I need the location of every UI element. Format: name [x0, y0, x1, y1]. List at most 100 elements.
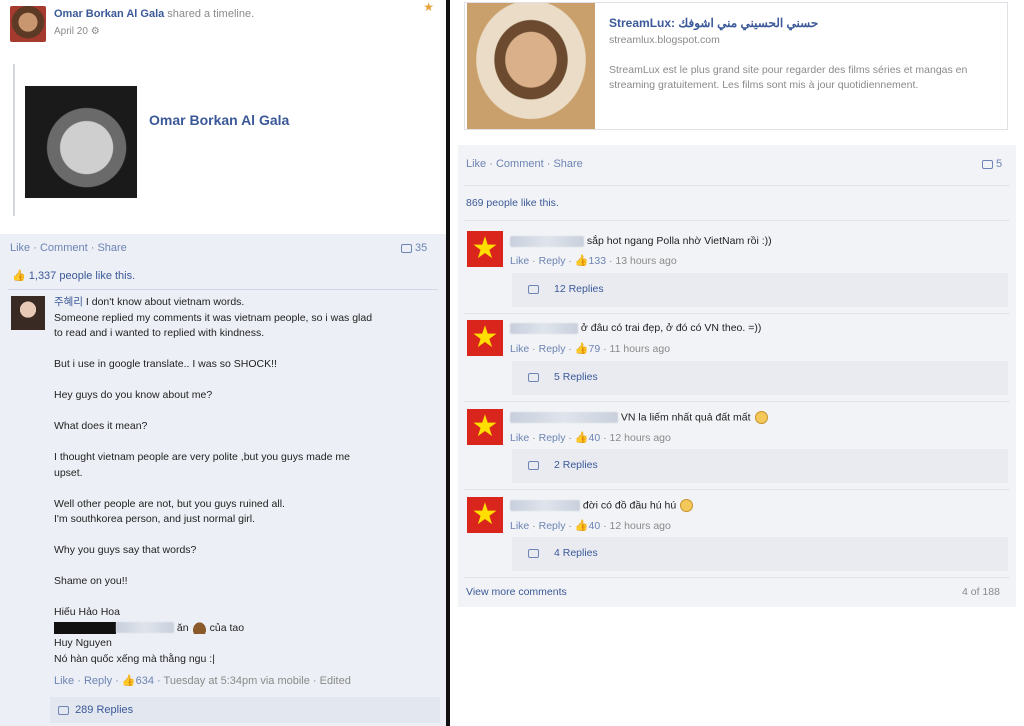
comment-bubble-icon: [982, 159, 993, 169]
replies-button[interactable]: 4 Replies: [512, 537, 1008, 571]
profile-photo[interactable]: [25, 86, 137, 198]
poop-emoji-icon: [191, 621, 207, 635]
comment-count-value: 5: [996, 158, 1003, 170]
reply-bubble-icon: [528, 373, 539, 382]
comment-text-line: VN la liếm nhất quả đất mất: [510, 411, 768, 424]
blurred-name[interactable]: [510, 235, 584, 247]
share-title[interactable]: StreamLux: حسني الحسيني مني اشوفك: [609, 16, 818, 30]
replies-button[interactable]: 289 Replies: [50, 697, 440, 723]
post-actions: Like · Comment · Share: [466, 158, 583, 170]
vietnam-flag-avatar[interactable]: ★: [467, 320, 503, 356]
thumbs-up-icon: 👍: [574, 255, 589, 267]
likes-text: 1,337 people like this.: [28, 270, 136, 282]
comment-like-count[interactable]: 40: [589, 432, 601, 444]
view-more-comments-link[interactable]: View more comments: [466, 586, 567, 598]
reply-bubble-icon: [528, 285, 539, 294]
author-name-link[interactable]: Omar Borkan Al Gala: [54, 8, 164, 20]
shared-text: shared a timeline.: [164, 8, 255, 20]
post-actions: Like · Comment · Share: [10, 242, 127, 254]
comment-like-link[interactable]: Like: [510, 520, 529, 532]
comment-footer: Like · Reply · 👍634 · Tuesday at 5:34pm …: [54, 675, 351, 687]
blurred-text: [116, 622, 174, 634]
replies-label: 2 Replies: [554, 459, 598, 471]
comment-like-count[interactable]: 40: [589, 520, 601, 532]
shared-timeline-card[interactable]: Omar Borkan Al Gala: [13, 64, 433, 216]
comment-footer: Like · Reply · 👍79 · 11 hours ago: [510, 343, 671, 355]
comment-count[interactable]: 35: [401, 242, 427, 254]
divider: [464, 313, 1010, 314]
share-thumbnail[interactable]: [467, 3, 595, 129]
comment-like-link[interactable]: Like: [510, 255, 529, 267]
comment-reply-link[interactable]: Reply: [539, 520, 566, 532]
comment-like-count[interactable]: 79: [589, 343, 601, 355]
thumbs-up-icon: 👍: [574, 520, 589, 532]
vietnam-flag-avatar[interactable]: ★: [467, 497, 503, 533]
share-link[interactable]: Share: [553, 158, 582, 170]
date-text: April 20: [54, 26, 88, 37]
replies-button[interactable]: 12 Replies: [512, 273, 1008, 307]
link-share-card[interactable]: StreamLux: حسني الحسيني مني اشوفك stream…: [464, 2, 1008, 130]
comment-pagination-count: 4 of 188: [962, 586, 1000, 598]
replies-button[interactable]: 2 Replies: [512, 449, 1008, 483]
post-author-line: Omar Borkan Al Gala shared a timeline.: [54, 8, 254, 20]
redacted-line: ăn của tao: [54, 621, 434, 637]
comment-reply-link[interactable]: Reply: [539, 343, 566, 355]
comment-like-link[interactable]: Like: [510, 432, 529, 444]
comment-line: But i use in google translate.. I was so…: [54, 358, 277, 370]
thumbs-up-icon: 👍: [12, 270, 26, 282]
comment-line: Someone replied my comments it was vietn…: [54, 311, 373, 324]
card-name-link[interactable]: Omar Borkan Al Gala: [149, 112, 289, 128]
blurred-name[interactable]: [510, 322, 578, 334]
divider: [464, 220, 1010, 221]
star-icon[interactable]: ★: [423, 0, 434, 14]
vietnam-flag-avatar[interactable]: ★: [467, 409, 503, 445]
likes-summary[interactable]: 👍 1,337 people like this.: [12, 269, 135, 282]
comment-like-link[interactable]: Like: [54, 675, 74, 687]
post-date[interactable]: April 20 ⚙: [54, 26, 100, 37]
comment-time[interactable]: 12 hours ago: [610, 432, 671, 444]
redacted-suffix: ăn: [176, 621, 189, 634]
replies-label: 12 Replies: [554, 283, 604, 295]
comment-link[interactable]: Comment: [496, 158, 544, 170]
comment-line: I'm southkorea person, and just normal g…: [54, 513, 256, 525]
comment-time[interactable]: 11 hours ago: [610, 343, 671, 355]
redacted-tail: của tao: [209, 621, 245, 634]
commenter-avatar[interactable]: [11, 296, 45, 330]
globe-icon: ⚙: [90, 26, 100, 37]
comment-text: sắp hot ngang Polla nhờ VietNam rồi :)): [586, 235, 772, 247]
share-link[interactable]: Share: [97, 242, 126, 254]
replies-label: 289 Replies: [75, 704, 134, 716]
comment-line: What does it mean?: [54, 420, 148, 432]
comment-text-line: ở đâu có trai đẹp, ở đó có VN theo. =)): [510, 322, 761, 334]
author-avatar[interactable]: [10, 6, 46, 42]
like-link[interactable]: Like: [10, 242, 30, 254]
share-url: streamlux.blogspot.com: [609, 34, 720, 46]
comment-line: Well other people are not, but you guys …: [54, 497, 285, 510]
replies-label: 4 Replies: [554, 547, 598, 559]
divider: [464, 185, 1010, 186]
thumbs-up-icon: 👍: [121, 675, 136, 687]
comment-time[interactable]: 13 hours ago: [615, 255, 676, 267]
blurred-name[interactable]: [510, 412, 618, 423]
comment-like-count[interactable]: 133: [589, 255, 607, 267]
comment-reply-link[interactable]: Reply: [539, 432, 566, 444]
divider: [464, 401, 1010, 402]
likes-summary[interactable]: 869 people like this.: [466, 197, 559, 209]
comment-like-count[interactable]: 634: [136, 675, 154, 687]
comment-reply-link[interactable]: Reply: [539, 255, 566, 267]
comment-link[interactable]: Comment: [40, 242, 88, 254]
left-post-panel: Omar Borkan Al Gala shared a timeline. A…: [0, 0, 446, 726]
right-post-panel: StreamLux: حسني الحسيني مني اشوفك stream…: [450, 0, 1024, 726]
comment-count[interactable]: 5: [982, 158, 1002, 170]
like-link[interactable]: Like: [466, 158, 486, 170]
commenter-name[interactable]: 주혜리: [54, 296, 83, 308]
comment-text: I don't know about vietnam words.: [85, 296, 245, 308]
comment-time[interactable]: 12 hours ago: [610, 520, 671, 532]
comment-text-line: đời có đồ đầu hú hú: [510, 499, 694, 512]
blurred-name[interactable]: [510, 500, 580, 511]
vietnam-flag-avatar[interactable]: ★: [467, 231, 503, 267]
comment-reply-link[interactable]: Reply: [84, 675, 112, 687]
comment-line: Hiếu Hảo Hoa: [54, 606, 120, 618]
replies-button[interactable]: 5 Replies: [512, 361, 1008, 395]
comment-like-link[interactable]: Like: [510, 343, 529, 355]
